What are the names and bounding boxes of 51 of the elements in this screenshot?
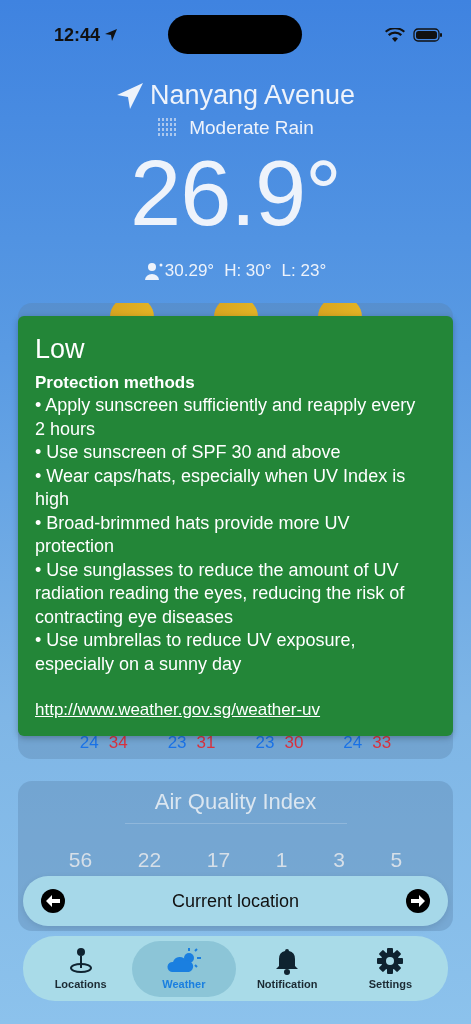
air-quality-value: 22	[137, 848, 162, 872]
sun-icon	[109, 303, 154, 317]
high-temperature: 30	[284, 733, 304, 753]
uv-info-link[interactable]: http://www.weather.gov.sg/weather-uv	[35, 700, 321, 720]
weather-condition: Moderate Rain	[189, 117, 314, 139]
popup-heading: Protection methods	[35, 373, 196, 393]
wifi-icon	[385, 28, 405, 42]
air-quality-value: 3	[333, 848, 345, 872]
air-quality-value: 56	[68, 848, 93, 872]
tab[interactable]: Settings	[338, 940, 442, 997]
location-switcher-label: Current location	[171, 890, 300, 912]
high-temperature: H: 30°	[224, 261, 272, 281]
status-time: 12:44	[54, 24, 119, 46]
settings-icon	[376, 947, 405, 975]
high-temperature: 33	[372, 733, 392, 753]
feels-like-temperature: 30.29°	[164, 261, 215, 281]
air-quality-value: 1	[275, 848, 288, 872]
high-temperature: 34	[108, 733, 128, 753]
high-temperature: 31	[196, 733, 216, 753]
protection-tip: • Use sunglasses to reduce the amount of UV radiation reading the eyes, reducing the risk of contracting eye diseases	[35, 558, 406, 629]
map-pin-icon	[67, 947, 94, 975]
person-icon	[144, 262, 165, 280]
uv-level: Low	[35, 334, 86, 365]
next-location-button[interactable]	[406, 889, 430, 913]
sun-icon	[213, 303, 258, 317]
tab[interactable]: Notification	[235, 940, 339, 997]
air-quality-value: 5	[390, 848, 403, 872]
protection-tip: • Use umbrellas to reduce UV exposure, especially on a sunny day	[35, 629, 357, 676]
location-name: Nanyang Avenue	[149, 80, 356, 111]
low-temperature: 24	[79, 733, 99, 753]
right-arrow-icon	[411, 895, 425, 907]
air-quality-title: Air Quality Index	[124, 781, 347, 824]
battery-icon	[413, 28, 443, 42]
location-arrow-icon	[104, 28, 119, 42]
left-arrow-icon	[46, 895, 60, 907]
sun-icon	[317, 303, 362, 317]
low-temperature: 24	[343, 733, 363, 753]
tab[interactable]: Locations	[29, 940, 133, 997]
current-temperature: 26.9°	[130, 147, 341, 239]
protection-tip: • Use sunscreen of SPF 30 and above	[35, 441, 342, 464]
low-temperature: 23	[167, 733, 187, 753]
low-temperature: 23	[255, 733, 275, 753]
cloud-sun-icon	[165, 947, 202, 975]
protection-tip: • Apply sunscreen sufficiently and reapply every 2 hours	[35, 394, 417, 441]
protection-tip: • Wear caps/hats, especially when UV Index is high	[35, 464, 407, 511]
previous-location-button[interactable]	[41, 889, 65, 913]
low-temperature: L: 23°	[281, 261, 327, 281]
protection-tip: • Broad-brimmed hats provide more UV protection	[35, 511, 351, 558]
bell-icon	[275, 947, 300, 975]
location-arrow-icon	[115, 81, 144, 110]
air-quality-value: 17	[206, 848, 231, 872]
